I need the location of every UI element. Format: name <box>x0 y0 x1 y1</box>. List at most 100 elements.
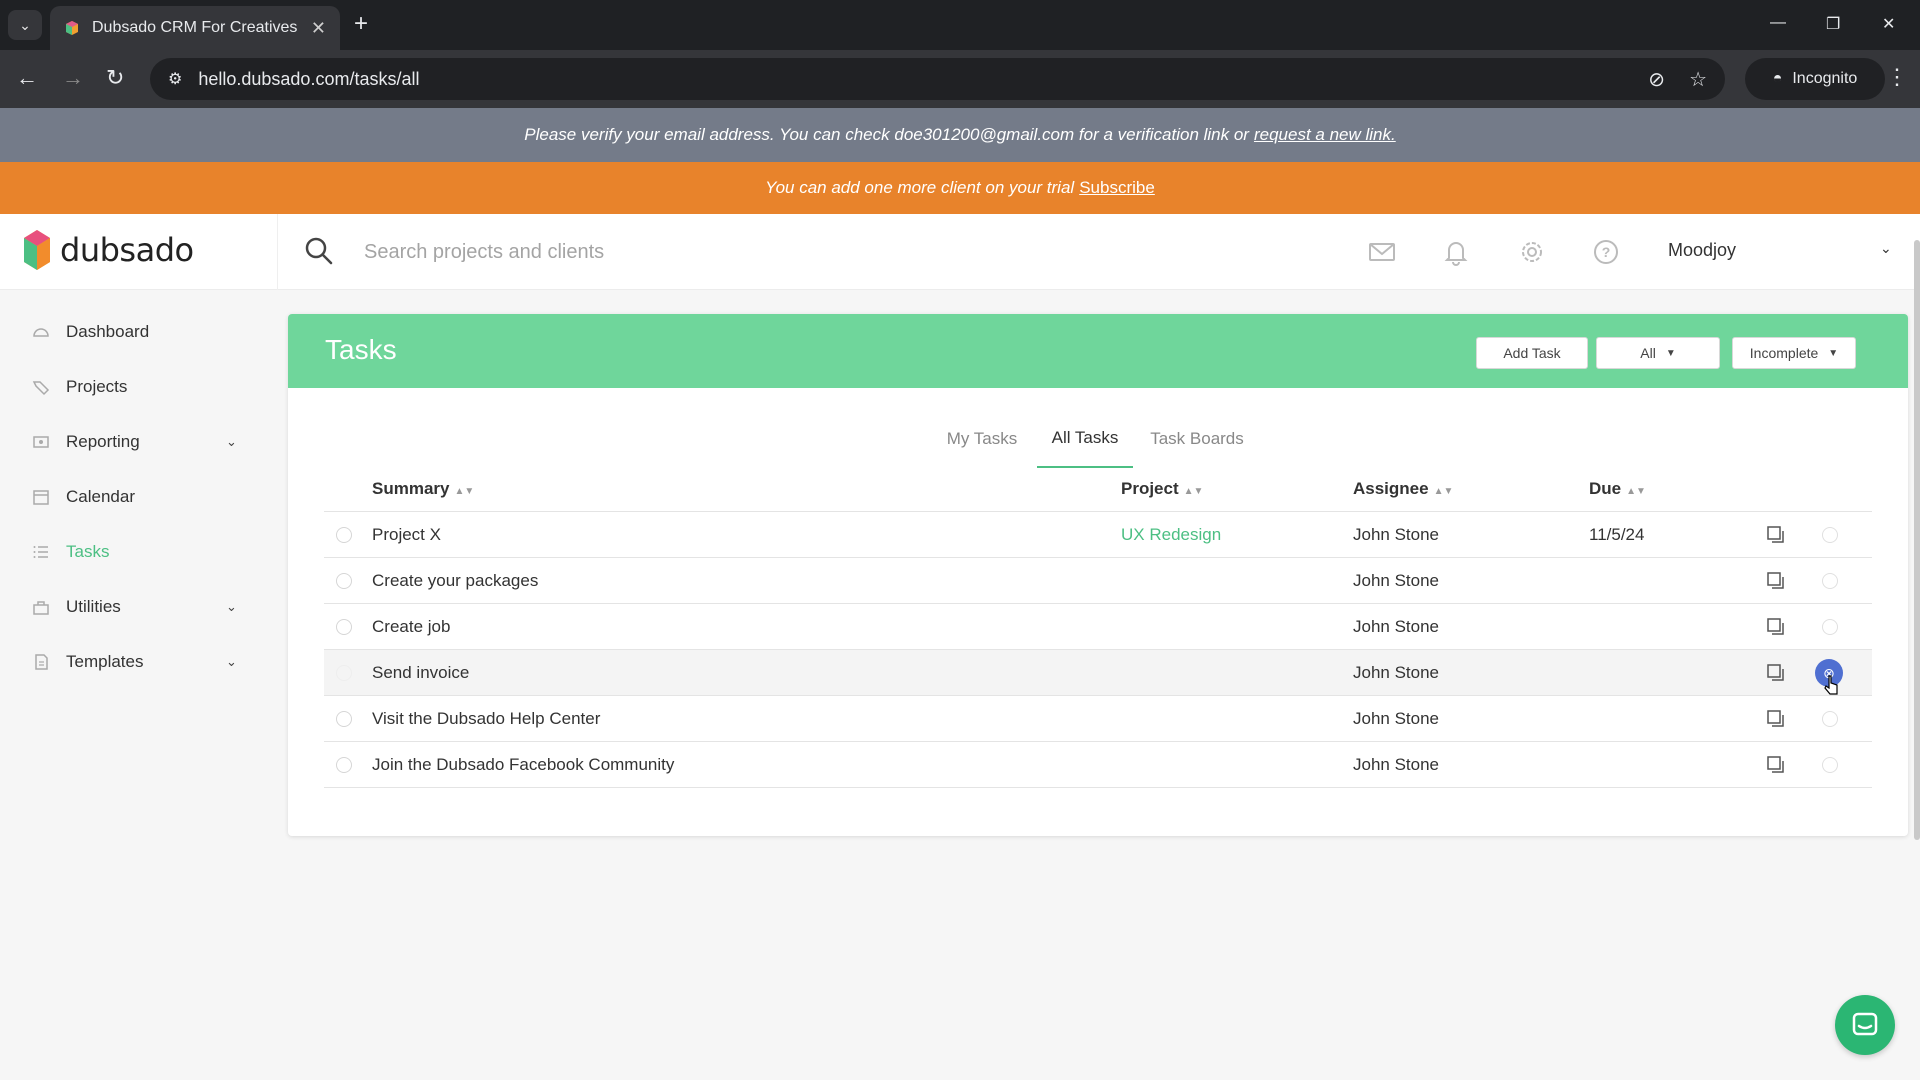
task-assignee: John Stone <box>1353 571 1440 590</box>
assignee-filter-select[interactable]: All ▼ <box>1596 337 1720 369</box>
sidebar-item-label: Utilities <box>66 597 121 616</box>
complete-checkbox[interactable] <box>336 665 352 681</box>
verify-email-banner: Please verify your email address. You ca… <box>0 108 1920 162</box>
tab-task-boards[interactable]: Task Boards <box>1146 410 1248 468</box>
table-row[interactable]: Create job John Stone <box>324 604 1872 650</box>
tab-list-icon[interactable]: ⌄ <box>8 10 42 40</box>
browser-tab[interactable]: Dubsado CRM For Creatives ✕ <box>50 6 340 50</box>
incognito-badge[interactable]: ◓ Incognito <box>1745 58 1885 100</box>
star-icon[interactable]: ☆ <box>1689 67 1707 92</box>
table-row[interactable]: Send invoice John Stone ⊗ <box>324 650 1872 696</box>
complete-checkbox[interactable] <box>336 527 352 543</box>
duplicate-icon[interactable] <box>1766 617 1786 637</box>
sidebar-item-projects[interactable]: Projects <box>0 363 260 411</box>
chevron-down-icon[interactable]: ⌄ <box>226 599 237 615</box>
url-text[interactable]: hello.dubsado.com/tasks/all <box>198 69 1624 90</box>
sort-icon: ▲▼ <box>1433 486 1454 497</box>
site-info-icon[interactable]: ⚙ <box>168 69 182 89</box>
task-summary[interactable]: Create job <box>372 617 450 637</box>
task-assignee: John Stone <box>1353 755 1440 774</box>
new-tab-icon[interactable]: + <box>354 12 368 36</box>
delete-icon[interactable] <box>1822 527 1838 543</box>
request-new-link[interactable]: request a new link. <box>1254 125 1396 145</box>
column-assignee[interactable]: Assignee ▲▼ <box>1353 479 1453 499</box>
chat-button[interactable] <box>1835 995 1895 1055</box>
complete-checkbox[interactable] <box>336 619 352 635</box>
task-summary[interactable]: Visit the Dubsado Help Center <box>372 709 600 729</box>
mail-icon[interactable] <box>1368 238 1396 266</box>
task-summary[interactable]: Send invoice <box>372 663 469 683</box>
status-filter-select[interactable]: Incomplete ▼ <box>1732 337 1856 369</box>
duplicate-icon[interactable] <box>1766 525 1786 545</box>
sidebar-item-templates[interactable]: Templates ⌄ <box>0 638 260 686</box>
address-bar[interactable]: ⚙ hello.dubsado.com/tasks/all ⊘ ☆ <box>150 58 1725 100</box>
table-row[interactable]: Create your packages John Stone <box>324 558 1872 604</box>
duplicate-icon[interactable] <box>1766 663 1786 683</box>
chevron-down-icon[interactable]: ⌄ <box>226 434 237 450</box>
minimize-icon[interactable]: — <box>1770 14 1786 32</box>
sidebar-item-label: Tasks <box>66 542 110 561</box>
svg-text:?: ? <box>1602 244 1611 260</box>
close-window-icon[interactable]: ✕ <box>1882 14 1895 34</box>
browser-toolbar: ← → ↻ ⚙ hello.dubsado.com/tasks/all ⊘ ☆ … <box>0 50 1920 108</box>
page-title: Tasks <box>325 334 397 365</box>
dubsado-logo-icon <box>24 230 50 270</box>
back-icon[interactable]: ← <box>16 66 38 90</box>
complete-checkbox[interactable] <box>336 573 352 589</box>
bell-icon[interactable] <box>1442 238 1470 266</box>
restore-icon[interactable]: ❐ <box>1826 14 1840 34</box>
page-scrollbar[interactable] <box>1914 240 1920 840</box>
complete-checkbox[interactable] <box>336 757 352 773</box>
delete-icon[interactable] <box>1822 619 1838 635</box>
templates-icon <box>32 653 52 671</box>
sidebar-item-reporting[interactable]: Reporting ⌄ <box>0 418 260 466</box>
column-project[interactable]: Project ▲▼ <box>1121 479 1203 499</box>
close-tab-icon[interactable]: ✕ <box>311 18 326 39</box>
eye-off-icon[interactable]: ⊘ <box>1648 67 1665 92</box>
tab-my-tasks[interactable]: My Tasks <box>940 410 1024 468</box>
table-row[interactable]: Visit the Dubsado Help Center John Stone <box>324 696 1872 742</box>
sidebar-item-label: Calendar <box>66 487 135 506</box>
sidebar-item-tasks[interactable]: Tasks <box>0 528 260 576</box>
filter-status-label: Incomplete <box>1749 345 1819 361</box>
subscribe-link[interactable]: Subscribe <box>1079 178 1155 198</box>
add-task-button[interactable]: Add Task <box>1476 337 1588 369</box>
reporting-icon <box>32 433 52 451</box>
reload-icon[interactable]: ↻ <box>106 66 124 90</box>
sidebar: Dashboard Projects Reporting ⌄ Calendar … <box>0 290 260 1080</box>
duplicate-icon[interactable] <box>1766 755 1786 775</box>
dashboard-icon <box>32 323 52 341</box>
tasks-table-header: Summary ▲▼ Project ▲▼ Assignee ▲▼ Due ▲▼ <box>324 466 1872 512</box>
sidebar-item-calendar[interactable]: Calendar <box>0 473 260 521</box>
duplicate-icon[interactable] <box>1766 571 1786 591</box>
task-summary[interactable]: Join the Dubsado Facebook Community <box>372 755 674 775</box>
user-menu-name[interactable]: Moodjoy <box>1668 240 1736 261</box>
column-due[interactable]: Due ▲▼ <box>1589 479 1646 499</box>
task-summary[interactable]: Project X <box>372 525 441 545</box>
chevron-down-icon[interactable]: ⌄ <box>1880 240 1892 257</box>
task-due: 11/5/24 <box>1589 525 1645 544</box>
delete-icon[interactable] <box>1822 573 1838 589</box>
sidebar-item-dashboard[interactable]: Dashboard <box>0 308 260 356</box>
tab-all-tasks[interactable]: All Tasks <box>1037 410 1133 468</box>
task-summary[interactable]: Create your packages <box>372 571 538 591</box>
gear-icon[interactable] <box>1518 238 1546 266</box>
duplicate-icon[interactable] <box>1766 709 1786 729</box>
menu-icon[interactable]: ⋮ <box>1886 64 1908 90</box>
table-row[interactable]: Project X UX Redesign John Stone 11/5/24 <box>324 512 1872 558</box>
caret-down-icon: ▼ <box>1665 347 1676 359</box>
chevron-down-icon[interactable]: ⌄ <box>226 654 237 670</box>
delete-icon[interactable] <box>1822 757 1838 773</box>
tasks-panel: Tasks Add Task All ▼ Incomplete ▼ My Tas… <box>288 314 1908 836</box>
forward-icon[interactable]: → <box>62 66 84 90</box>
logo[interactable]: dubsado <box>22 228 194 272</box>
delete-icon[interactable] <box>1822 711 1838 727</box>
search-input[interactable] <box>364 234 1324 270</box>
column-summary[interactable]: Summary ▲▼ <box>372 479 474 499</box>
table-row[interactable]: Join the Dubsado Facebook Community John… <box>324 742 1872 788</box>
sidebar-item-utilities[interactable]: Utilities ⌄ <box>0 583 260 631</box>
complete-checkbox[interactable] <box>336 711 352 727</box>
sort-icon: ▲▼ <box>454 486 475 497</box>
help-icon[interactable]: ? <box>1592 238 1620 266</box>
task-project-link[interactable]: UX Redesign <box>1121 525 1221 545</box>
